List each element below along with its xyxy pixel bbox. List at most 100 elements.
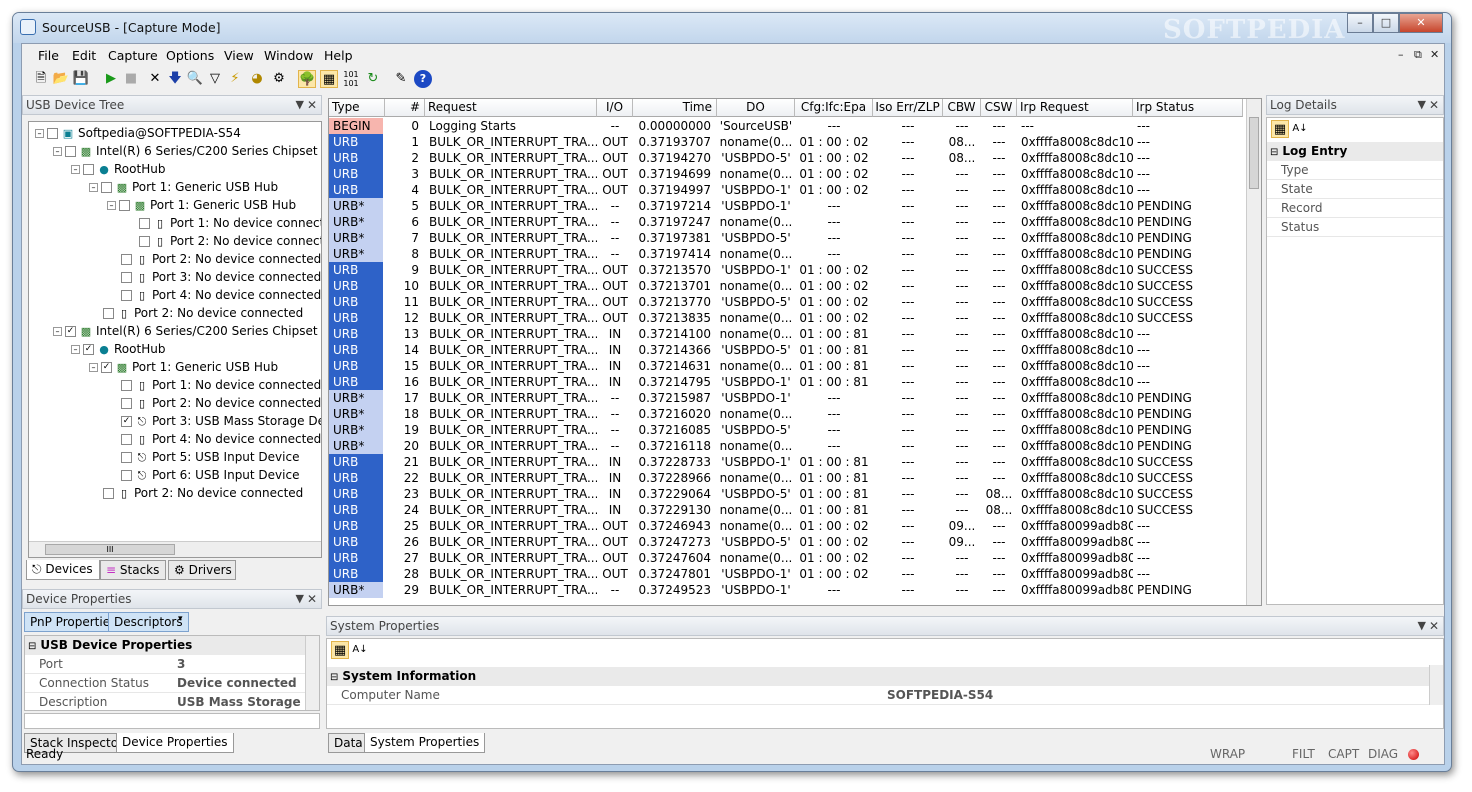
mdi-restore-icon[interactable]: ⧉	[1414, 48, 1422, 62]
tree-node-controller[interactable]: – ▩ Intel(R) 6 Series/C200 Series Chipset …	[53, 142, 321, 160]
categorized-icon[interactable]: ▦	[1271, 120, 1289, 138]
tree-checkbox[interactable]	[121, 470, 132, 481]
column-header[interactable]: Request	[425, 99, 597, 117]
pin-icon[interactable]: ▼	[296, 590, 304, 608]
tree-checkbox[interactable]	[65, 146, 76, 157]
new-log-icon[interactable]: 🗎	[32, 70, 50, 88]
pin-icon[interactable]: ▼	[296, 96, 304, 114]
tree-node-hub[interactable]: – ✓ ▩ Port 1: Generic USB Hub	[89, 358, 278, 376]
table-row[interactable]: URB* 18 BULK_OR_INTERRUPT_TRA... -- 0.372160…	[329, 406, 1261, 422]
tree-checkbox[interactable]	[101, 182, 112, 193]
table-row[interactable]: URB* 7 BULK_OR_INTERRUPT_TRA... -- 0.3719738…	[329, 230, 1261, 246]
close-button[interactable]: ✕	[1399, 13, 1443, 33]
device-tree-toggle-icon[interactable]: 🌳	[298, 70, 316, 88]
tab-drivers[interactable]: ⚙ Drivers	[168, 560, 236, 580]
edit-icon[interactable]: ✎	[392, 70, 410, 88]
tree-node-port[interactable]: ▯Port 2: No device connected	[103, 484, 303, 502]
menu-options[interactable]: Options	[166, 48, 214, 63]
sort-az-icon[interactable]: A↓	[1291, 120, 1309, 138]
tree-node-port[interactable]: ▯Port 2: No device connected	[121, 250, 321, 268]
grid-view-icon[interactable]: ▦	[320, 70, 338, 88]
tree-node-port[interactable]: ▯Port 1: No device connected	[121, 376, 321, 394]
table-row[interactable]: URB 4 BULK_OR_INTERRUPT_TRA... OUT 0.3719499…	[329, 182, 1261, 198]
tree-checkbox[interactable]	[103, 308, 114, 319]
scroll-thumb[interactable]	[1249, 117, 1259, 189]
trigger-icon[interactable]: ⚡	[226, 70, 244, 88]
tree-checkbox[interactable]	[121, 434, 132, 445]
open-icon[interactable]: 📂	[52, 70, 70, 88]
table-row[interactable]: URB 24 BULK_OR_INTERRUPT_TRA... IN 0.3722913…	[329, 502, 1261, 518]
tree-checkbox[interactable]	[121, 380, 132, 391]
column-header[interactable]: Irp Status	[1133, 99, 1243, 117]
tree-checkbox[interactable]	[121, 272, 132, 283]
table-row[interactable]: URB 21 BULK_OR_INTERRUPT_TRA... IN 0.3722873…	[329, 454, 1261, 470]
property-row[interactable]: DescriptionUSB Mass Storage Dev	[25, 693, 319, 710]
table-row[interactable]: URB 27 BULK_OR_INTERRUPT_TRA... OUT 0.372476…	[329, 550, 1261, 566]
tree-checkbox[interactable]	[139, 236, 150, 247]
property-category[interactable]: ⊟ Log Entry	[1267, 142, 1443, 161]
table-row[interactable]: URB* 5 BULK_OR_INTERRUPT_TRA... -- 0.3719721…	[329, 198, 1261, 214]
tree-node-roothub[interactable]: – ● RootHub	[71, 160, 165, 178]
property-category[interactable]: ⊟ USB Device Properties	[25, 636, 319, 655]
menu-window[interactable]: Window	[264, 48, 313, 63]
tree-checkbox[interactable]	[121, 254, 132, 265]
tree-checkbox[interactable]	[47, 128, 58, 139]
table-row[interactable]: URB 11 BULK_OR_INTERRUPT_TRA... OUT 0.372137…	[329, 294, 1261, 310]
system-properties-vertical-scrollbar[interactable]	[1429, 665, 1443, 705]
tree-checkbox[interactable]: ✓	[121, 416, 132, 427]
table-row[interactable]: URB 13 BULK_OR_INTERRUPT_TRA... IN 0.3721410…	[329, 326, 1261, 342]
tree-checkbox[interactable]: ✓	[101, 362, 112, 373]
tree-checkbox[interactable]	[121, 452, 132, 463]
sort-az-icon[interactable]: A↓	[351, 641, 369, 659]
filter-icon[interactable]: ▽	[206, 70, 224, 88]
tree-node-port[interactable]: ▯Port 2: No device connected	[121, 394, 321, 412]
menu-help[interactable]: Help	[324, 48, 353, 63]
table-row[interactable]: URB* 8 BULK_OR_INTERRUPT_TRA... -- 0.3719741…	[329, 246, 1261, 262]
property-row[interactable]: Port 3	[25, 655, 319, 674]
tree-node-controller[interactable]: – ✓ ▩ Intel(R) 6 Series/C200 Series Chipset…	[53, 322, 321, 340]
pin-icon[interactable]: ▼	[1418, 96, 1426, 114]
tree-checkbox[interactable]: ✓	[65, 326, 76, 337]
scroll-thumb[interactable]: III	[45, 544, 175, 555]
save-icon[interactable]: 💾	[72, 70, 90, 88]
tree-node-hub[interactable]: – ▩ Port 1: Generic USB Hub	[107, 196, 296, 214]
column-header[interactable]: DO	[717, 99, 795, 117]
column-header[interactable]: Iso Err/ZLP	[873, 99, 943, 117]
tree-node-port[interactable]: ✓⎋Port 3: USB Mass Storage Device	[121, 412, 321, 430]
column-header[interactable]: CSW	[981, 99, 1017, 117]
table-row[interactable]: URB 22 BULK_OR_INTERRUPT_TRA... IN 0.3722896…	[329, 470, 1261, 486]
tab-stacks[interactable]: ≡ Stacks	[100, 560, 166, 580]
hex-view-icon[interactable]: 101 101	[342, 70, 360, 88]
table-row[interactable]: URB 23 BULK_OR_INTERRUPT_TRA... IN 0.3722906…	[329, 486, 1261, 502]
find-icon[interactable]: 🔍	[186, 70, 204, 88]
tree-node-port[interactable]: ▯Port 2: No device connected	[139, 232, 321, 250]
stop-capture-icon[interactable]: ■	[122, 70, 140, 88]
column-header[interactable]: CBW	[943, 99, 981, 117]
property-row[interactable]: State	[1267, 180, 1443, 199]
table-row[interactable]: URB* 19 BULK_OR_INTERRUPT_TRA... -- 0.372160…	[329, 422, 1261, 438]
close-icon[interactable]: ✕	[307, 590, 317, 608]
table-row[interactable]: URB 9 BULK_OR_INTERRUPT_TRA... OUT 0.3721357…	[329, 262, 1261, 278]
clear-icon[interactable]: ✕	[146, 70, 164, 88]
tree-node-port[interactable]: ▯Port 1: No device connected	[139, 214, 321, 232]
table-row[interactable]: URB 16 BULK_OR_INTERRUPT_TRA... IN 0.3721479…	[329, 374, 1261, 390]
column-header[interactable]: Time	[633, 99, 717, 117]
table-row[interactable]: URB* 6 BULK_OR_INTERRUPT_TRA... -- 0.3719724…	[329, 214, 1261, 230]
tree-node-computer[interactable]: – ▣ Softpedia@SOFTPEDIA-S54	[35, 124, 241, 142]
tree-node-port[interactable]: ▯ Port 3: No device connected	[121, 268, 321, 286]
column-header[interactable]: Type	[329, 99, 385, 117]
table-row[interactable]: URB 12 BULK_OR_INTERRUPT_TRA... OUT 0.372138…	[329, 310, 1261, 326]
property-row[interactable]: Status	[1267, 218, 1443, 237]
tab-devices[interactable]: ⎋ Devices	[26, 560, 100, 580]
chevron-down-icon[interactable]: ▾	[178, 614, 183, 624]
tree-checkbox[interactable]	[119, 200, 130, 211]
property-row[interactable]: Computer Name SOFTPEDIA-S54	[327, 686, 1443, 705]
tree-checkbox[interactable]	[83, 164, 94, 175]
tree-checkbox[interactable]	[121, 290, 132, 301]
property-row[interactable]: Type	[1267, 161, 1443, 180]
menu-file[interactable]: File	[38, 48, 59, 63]
start-capture-icon[interactable]: ▶	[102, 70, 120, 88]
tree-checkbox[interactable]: ✓	[83, 344, 94, 355]
tree-node-hub[interactable]: – ▩ Port 1: Generic USB Hub	[89, 178, 278, 196]
close-icon[interactable]: ✕	[1429, 617, 1439, 635]
